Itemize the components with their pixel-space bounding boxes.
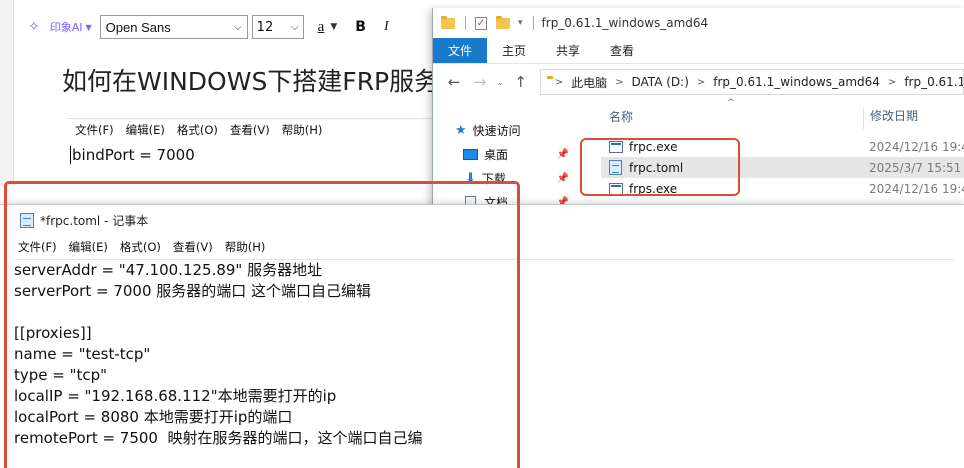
chevron-right-icon: > xyxy=(554,76,564,88)
embedded-notepad-content[interactable]: bindPort = 7000 xyxy=(70,146,195,164)
divider xyxy=(532,16,534,30)
font-size-value: 12 xyxy=(256,19,274,35)
breadcrumb-drive[interactable]: DATA (D:) xyxy=(632,75,689,89)
chevron-down-icon[interactable]: ▾ xyxy=(518,18,523,28)
file-date: 2024/12/16 19:45 xyxy=(869,181,964,196)
desktop-icon xyxy=(463,148,478,160)
ribbon-tab-file[interactable]: 文件 xyxy=(433,38,487,63)
menu-help[interactable]: 帮助(H) xyxy=(282,122,323,138)
bold-button[interactable]: B xyxy=(355,19,366,35)
embedded-notepad-screenshot: 文件(F) 编辑(E) 格式(O) 查看(V) 帮助(H) bindPort =… xyxy=(68,118,468,188)
ai-assistant-button[interactable]: ✧ 印象AI ▼ xyxy=(28,19,92,35)
italic-button[interactable]: I xyxy=(384,19,389,35)
recent-locations-icon[interactable]: ⌄ xyxy=(497,78,504,87)
nav-item-label: 桌面 xyxy=(484,147,509,162)
menu-file[interactable]: 文件(F) xyxy=(75,122,114,138)
star-icon: ★ xyxy=(455,122,467,138)
up-arrow-icon[interactable]: ↑ xyxy=(508,73,534,91)
explorer-ribbon: 文件 主页 共享 查看 xyxy=(433,38,964,64)
file-date: 2024/12/16 19:45 xyxy=(869,139,964,154)
annotation-box-notepad xyxy=(4,181,520,468)
annotation-box-frpc-toml xyxy=(580,138,740,196)
nav-item-label: 快速访问 xyxy=(472,123,521,138)
new-folder-icon[interactable] xyxy=(496,15,510,30)
editor-toolbar: ✧ 印象AI ▼ Open Sans ⌵ 12 ⌵ a ▼ B I xyxy=(28,12,389,42)
sort-ascending-icon: ^ xyxy=(727,98,735,108)
font-family-select[interactable]: Open Sans ⌵ xyxy=(99,15,248,39)
breadcrumb-frp-folder[interactable]: frp_0.61.1_windows_amd64 xyxy=(713,75,880,89)
menu-view[interactable]: 查看(V) xyxy=(230,122,270,138)
file-list-header: 名称 ^ 修改日期 xyxy=(601,98,964,130)
breadcrumb-frp-subfolder[interactable]: frp_0.61.1_ xyxy=(904,75,963,89)
chevron-down-icon: ⌵ xyxy=(234,21,242,33)
embedded-notepad-menubar: 文件(F) 编辑(E) 格式(O) 查看(V) 帮助(H) xyxy=(68,118,468,142)
nav-item-desktop[interactable]: 桌面 📌 xyxy=(455,142,573,166)
back-arrow-icon[interactable]: ← xyxy=(441,73,467,91)
text-color-button[interactable]: a ▼ xyxy=(318,19,338,36)
folder-icon xyxy=(441,15,455,30)
ribbon-tab-home[interactable]: 主页 xyxy=(487,38,541,63)
menu-edit[interactable]: 编辑(E) xyxy=(126,122,165,138)
pin-icon[interactable]: 📌 xyxy=(557,173,569,184)
column-header-name[interactable]: 名称 xyxy=(609,108,633,125)
nav-item-quick-access[interactable]: ★ 快速访问 xyxy=(455,118,573,142)
divider xyxy=(465,16,466,30)
address-bar[interactable]: > 此电脑 > DATA (D:) > frp_0.61.1_windows_a… xyxy=(539,69,964,95)
chevron-right-icon: > xyxy=(615,76,624,88)
chevron-right-icon: > xyxy=(887,76,897,88)
font-family-value: Open Sans xyxy=(105,19,171,35)
ai-assistant-label: 印象AI xyxy=(49,21,83,34)
caret-down-icon: ▼ xyxy=(330,22,338,32)
menu-format[interactable]: 格式(O) xyxy=(177,122,218,138)
explorer-title: frp_0.61.1_windows_amd64 xyxy=(541,16,709,30)
ribbon-tab-share[interactable]: 共享 xyxy=(541,38,595,63)
font-size-select[interactable]: 12 ⌵ xyxy=(251,15,304,39)
file-date: 2025/3/7 15:51 xyxy=(869,160,962,175)
ribbon-tab-view[interactable]: 查看 xyxy=(595,38,649,63)
divider xyxy=(68,118,448,119)
forward-arrow-icon[interactable]: → xyxy=(467,73,493,91)
properties-icon[interactable]: ✓ xyxy=(474,16,488,30)
chevron-right-icon: > xyxy=(696,76,706,88)
explorer-navbar: ← → ⌄ ↑ > 此电脑 > DATA (D:) > frp_0.61.1_w… xyxy=(433,64,964,100)
chevron-down-icon: ▼ xyxy=(85,22,92,32)
pin-icon[interactable]: 📌 xyxy=(557,149,569,160)
column-header-date[interactable]: 修改日期 xyxy=(863,108,918,130)
explorer-titlebar: ✓ ▾ frp_0.61.1_windows_amd64 xyxy=(433,8,964,38)
text-color-glyph: a xyxy=(317,18,325,35)
breadcrumb-this-pc[interactable]: 此电脑 xyxy=(571,74,607,91)
chevron-down-icon: ⌵ xyxy=(291,21,299,33)
editor-left-strip xyxy=(0,0,14,185)
sparkle-icon: ✧ xyxy=(28,19,40,35)
document-title[interactable]: 如何在WINDOWS下搭建FRP服务 xyxy=(62,62,439,98)
